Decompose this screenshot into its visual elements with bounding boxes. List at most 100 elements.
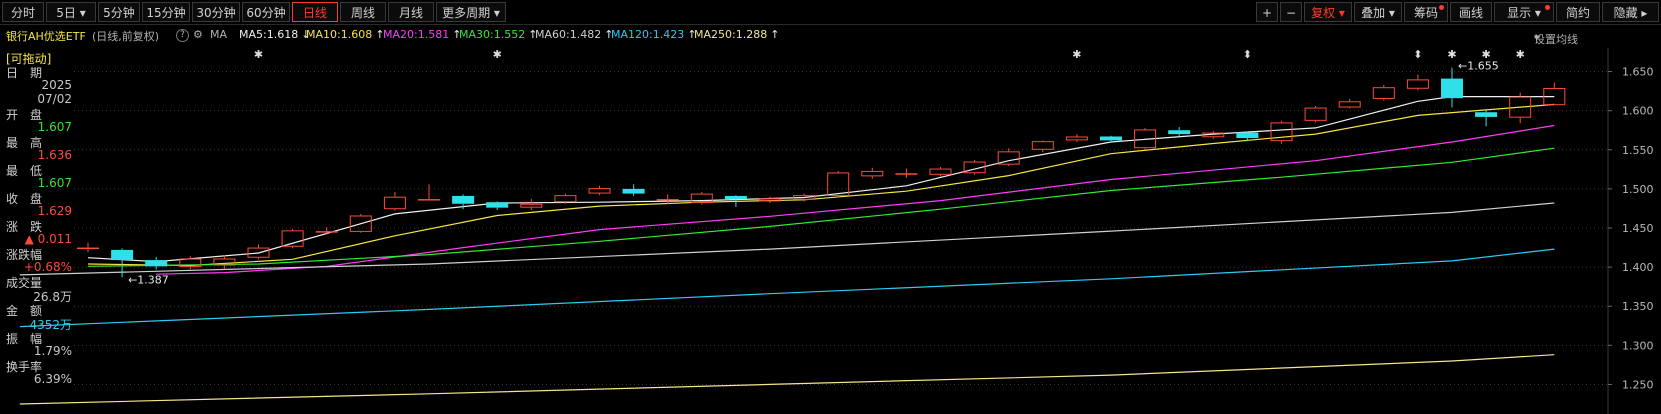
ma-line-ma20 (156, 124, 1555, 275)
ma-legend-value: MA250:1.288 (694, 28, 768, 41)
hide-button[interactable]: 隐藏 ▸ (1602, 2, 1659, 22)
event-marker-icon: ✱ (1447, 48, 1456, 61)
candle-body (1236, 132, 1259, 139)
price-annotation: ←1.655 (1458, 60, 1499, 73)
candle-body (111, 249, 134, 261)
chouma-button[interactable]: 筹码 (1404, 2, 1448, 22)
more-periods-label: 更多周期 (442, 6, 491, 20)
ma-line-ma250 (19, 354, 1555, 405)
candle-body (1475, 112, 1498, 117)
ma-line-ma120 (19, 248, 1555, 328)
candle-body (554, 195, 577, 203)
ma-legend-item-4: MA60:1.482 ↑ (535, 28, 613, 41)
quote-info-panel: [可拖动] 日 期 2025 07/02 开 盘 1.607 最 高 1.636… (0, 50, 72, 414)
event-marker-icon: ⬍ (1243, 48, 1252, 61)
help-icon[interactable]: ? (176, 29, 189, 42)
open-value: 1.607 (37, 120, 72, 134)
candle (213, 255, 236, 269)
event-markers: ✱ ✱ ✱ ⬍ ⬍ ✱ ✱ ✱ (254, 48, 1525, 61)
candle (77, 242, 99, 253)
candle (486, 201, 509, 211)
chart-mode: (日线,前复权) (92, 30, 160, 43)
change-value: ▲ 0.011 (24, 232, 72, 246)
chouma-label: 筹码 (1413, 6, 1438, 20)
overlay-button[interactable]: 叠加 ▾ (1354, 2, 1402, 22)
dropdown-caret-icon: ▾ (1534, 6, 1541, 20)
chevron-right-icon: ▸ (1641, 6, 1648, 20)
ma-legend-item-3: MA30:1.552 ↑ (459, 28, 537, 41)
candle-body (520, 203, 543, 208)
period-tab-5day[interactable]: 5日 ▾ (46, 2, 96, 22)
ma-settings-label: 设置均线 (1534, 33, 1578, 46)
display-button[interactable]: 显示 ▾ (1494, 2, 1554, 22)
candle (895, 168, 918, 178)
dropdown-caret-icon: ▾ (1338, 6, 1345, 20)
candle-body (281, 230, 304, 247)
candle (1100, 135, 1122, 142)
period-tab-5min[interactable]: 5分钟 (98, 2, 140, 22)
candlestick-chart[interactable]: ✱ ✱ ✱ ⬍ ⬍ ✱ ✱ ✱ ←1.387←1.655 1.2501.3001.3501.4… (0, 0, 1661, 414)
date-year: 2025 (41, 78, 72, 92)
draw-line-button[interactable]: 画线 (1450, 2, 1492, 22)
ma-line-ma5 (87, 95, 1555, 263)
more-periods-button[interactable]: 更多周期 ▾ (436, 2, 506, 22)
amplitude-value: 1.79% (33, 344, 72, 358)
candle-body (452, 195, 475, 204)
period-tab-60min[interactable]: 60分钟 (242, 2, 290, 22)
event-marker-icon: ⬍ (1413, 48, 1422, 61)
ma-legend-value: MA120:1.423 (611, 28, 685, 41)
notification-dot-icon (1545, 5, 1550, 10)
price-annotation: ←1.387 (128, 273, 169, 286)
candle (861, 167, 884, 179)
turnover-value: 6.39% (33, 372, 72, 386)
candle (690, 192, 713, 205)
event-marker-icon: ✱ (1072, 48, 1081, 61)
period-tab-weekly[interactable]: 周线 (340, 2, 386, 22)
pct-value: +0.68% (23, 260, 72, 274)
period-tab-15min[interactable]: 15分钟 (142, 2, 190, 22)
candle-body (145, 260, 168, 267)
ma-line-ma10 (87, 103, 1555, 267)
candle-body (724, 195, 747, 200)
fuquan-button[interactable]: 复权 ▾ (1304, 2, 1352, 22)
period-tab-30min[interactable]: 30分钟 (192, 2, 240, 22)
ma-legend-item-1: MA10:1.608 ↑ (306, 28, 384, 41)
period-tab-monthly[interactable]: 月线 (388, 2, 434, 22)
y-tick-label: 1.350 (1622, 300, 1654, 313)
candle (656, 194, 679, 204)
ma-lines (19, 95, 1555, 405)
ma-label: MA (210, 28, 228, 41)
candle (1338, 98, 1361, 109)
candle-body (315, 231, 338, 233)
candle (1168, 127, 1191, 137)
chart-grid (74, 71, 1608, 385)
candle-body (1304, 107, 1327, 121)
event-marker-icon: ✱ (1516, 48, 1525, 61)
candle-body (1065, 136, 1088, 141)
candle-body (1031, 141, 1054, 150)
zoom-out-button[interactable]: − (1280, 2, 1302, 22)
candle-body (827, 172, 850, 196)
candle (1441, 67, 1463, 108)
candle (145, 256, 168, 270)
candle (418, 184, 440, 201)
price-annotations: ←1.387 ←1.655 (128, 60, 1499, 287)
ma-legend-item-5: MA120:1.423 ↑ (611, 28, 696, 41)
period-tab-daily[interactable]: 日线 (292, 2, 338, 22)
ma-legend-value: MA30:1.552 (459, 28, 526, 41)
event-marker-icon: ✱ (254, 48, 263, 61)
candle-body (895, 173, 918, 175)
y-tick-label: 1.300 (1622, 339, 1654, 352)
jianyue-button[interactable]: 简约 (1556, 2, 1600, 22)
zoom-in-button[interactable]: + (1256, 2, 1278, 22)
period-tab-fenshi[interactable]: 分时 (2, 2, 44, 22)
candle (1031, 140, 1054, 153)
notification-dot-icon (1439, 5, 1444, 10)
event-marker-icon: ✱ (493, 48, 502, 61)
settings-gear-icon[interactable]: ⚙ (193, 28, 203, 41)
ma-line-ma30 (87, 147, 1555, 267)
candle-body (77, 247, 99, 250)
high-value: 1.636 (37, 148, 72, 162)
close-value: 1.629 (37, 204, 72, 218)
ma-legend-value: MA10:1.608 (306, 28, 373, 41)
